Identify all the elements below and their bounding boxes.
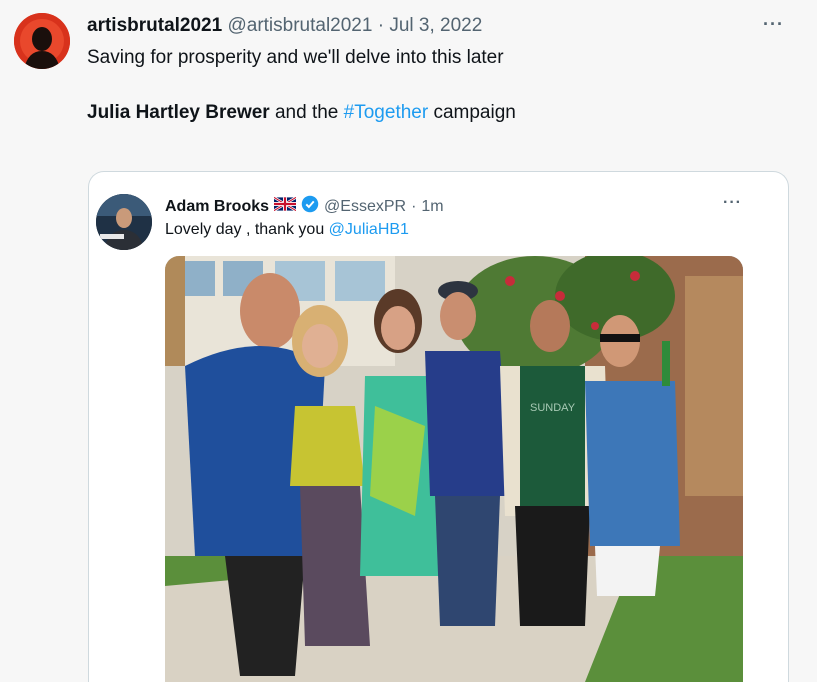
tweet-header: artisbrutal2021 @artisbrutal2021 · Jul 3… — [87, 15, 482, 37]
author-handle[interactable]: @artisbrutal2021 — [227, 15, 372, 36]
hashtag-link[interactable]: #Together — [344, 102, 429, 123]
quoted-more-options-icon[interactable]: ··· — [723, 194, 742, 212]
quoted-mention-link[interactable]: @JuliaHB1 — [329, 221, 409, 238]
quoted-tweet-time[interactable]: 1m — [421, 198, 443, 216]
separator: · — [411, 197, 417, 215]
more-options-icon[interactable]: ··· — [763, 14, 784, 35]
text-fragment: and the — [274, 102, 339, 123]
quoted-author-name[interactable]: Adam Brooks — [165, 198, 269, 216]
tweet[interactable]: artisbrutal2021 @artisbrutal2021 · Jul 3… — [0, 0, 817, 682]
tweet-text-line1: Saving for prosperity and we'll delve in… — [87, 47, 504, 68]
uk-flag-icon — [273, 196, 297, 216]
quoted-author-handle[interactable]: @EssexPR — [324, 198, 406, 216]
verified-badge-icon — [301, 195, 319, 218]
author-avatar[interactable] — [14, 13, 70, 69]
shirt-text: SUNDAY — [530, 402, 576, 414]
tweet-text-line2: Julia Hartley Brewer and the #Together c… — [87, 102, 516, 124]
mention-name: Julia Hartley Brewer — [87, 102, 270, 123]
quoted-author-avatar[interactable] — [96, 194, 152, 250]
quoted-tweet-header: Adam Brooks @EssexPR · 1m — [165, 195, 444, 218]
quoted-text: Lovely day , thank you — [165, 221, 325, 238]
separator: · — [377, 15, 385, 36]
group-photo-illustration: SUNDAY — [165, 256, 743, 682]
quoted-tweet[interactable]: Adam Brooks @EssexPR · 1m ··· Lovely day… — [88, 171, 789, 682]
author-name[interactable]: artisbrutal2021 — [87, 15, 222, 36]
tweet-photo[interactable]: SUNDAY — [165, 256, 743, 682]
text-fragment: campaign — [433, 102, 516, 123]
tweet-date[interactable]: Jul 3, 2022 — [389, 15, 482, 36]
quoted-tweet-text: Lovely day , thank you @JuliaHB1 — [165, 221, 409, 239]
